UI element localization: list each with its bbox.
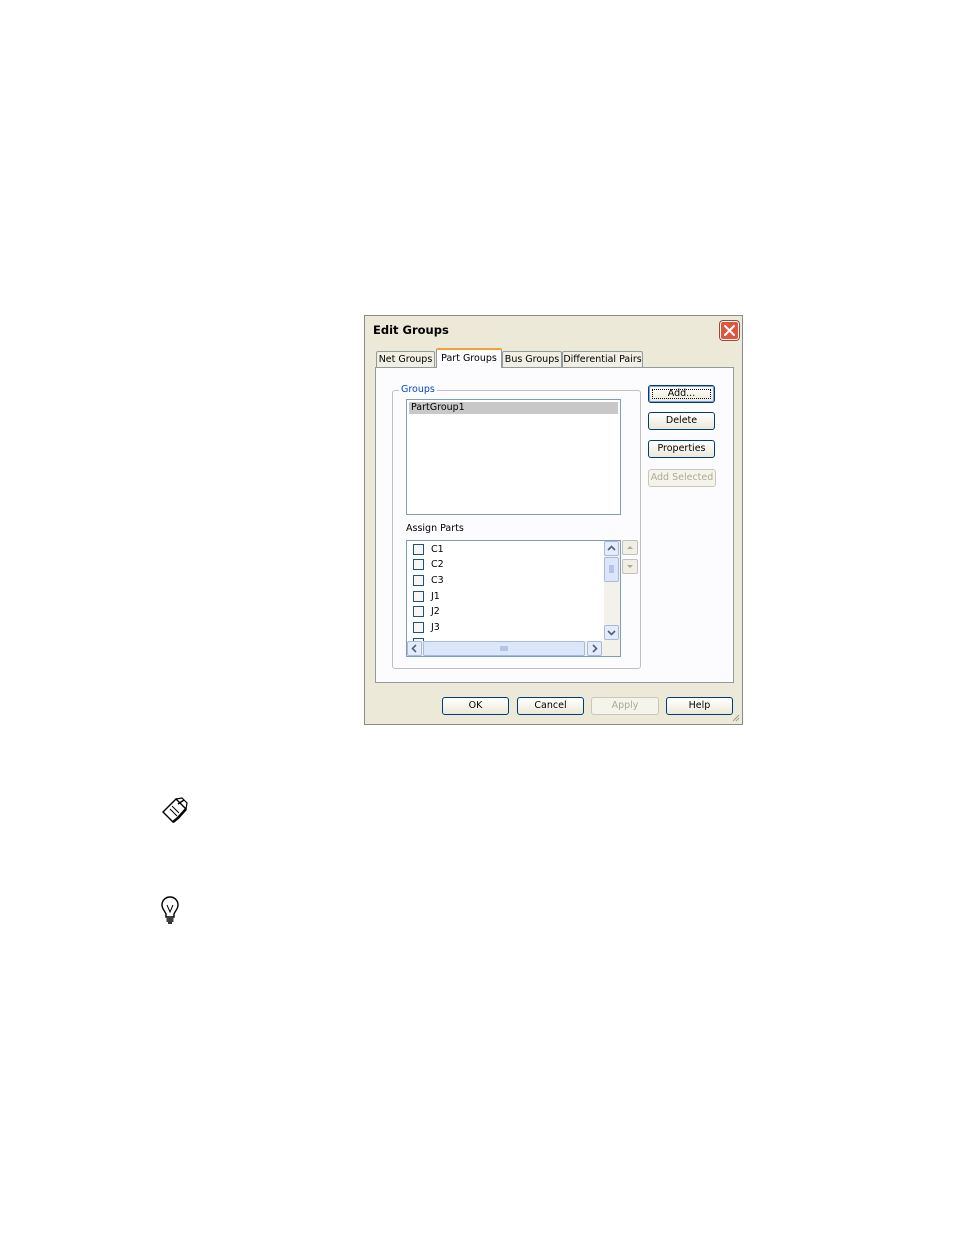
close-button[interactable] bbox=[719, 320, 740, 341]
triangle-down-icon bbox=[627, 565, 633, 568]
scroll-thumb[interactable] bbox=[423, 641, 585, 656]
lightbulb-icon bbox=[161, 896, 179, 924]
list-item[interactable]: J1 bbox=[413, 590, 593, 604]
title-bar[interactable]: Edit Groups bbox=[365, 316, 742, 344]
tab-label: Net Groups bbox=[378, 354, 433, 365]
tab-differential-pairs[interactable]: Differential Pairs bbox=[562, 351, 643, 367]
chevron-left-icon bbox=[411, 644, 417, 653]
checkbox[interactable] bbox=[413, 544, 424, 555]
chevron-up-icon bbox=[607, 545, 616, 551]
scroll-right-button[interactable] bbox=[587, 641, 602, 656]
checkbox[interactable] bbox=[413, 591, 424, 602]
list-item[interactable]: C2 bbox=[413, 558, 593, 572]
tab-net-groups[interactable]: Net Groups bbox=[376, 351, 435, 367]
horizontal-scrollbar[interactable] bbox=[407, 641, 620, 656]
scroll-down-button[interactable] bbox=[604, 625, 619, 640]
tab-label: Part Groups bbox=[441, 353, 497, 364]
checkbox[interactable] bbox=[413, 606, 424, 617]
cancel-button[interactable]: Cancel bbox=[517, 697, 584, 715]
groups-listbox[interactable]: PartGroup1 bbox=[406, 399, 621, 515]
groups-groupbox: Groups PartGroup1 Assign Parts C1 C2 C3 bbox=[392, 384, 641, 669]
tab-part-groups[interactable]: Part Groups bbox=[436, 348, 502, 368]
move-down-button[interactable] bbox=[622, 559, 638, 574]
dialog-title: Edit Groups bbox=[373, 323, 449, 337]
properties-button[interactable]: Properties bbox=[648, 440, 715, 458]
tab-bus-groups[interactable]: Bus Groups bbox=[502, 351, 562, 367]
checkbox[interactable] bbox=[413, 559, 424, 570]
part-label: C3 bbox=[431, 575, 444, 586]
edit-groups-dialog: Edit Groups Net Groups Part Groups Bus G… bbox=[364, 315, 743, 725]
part-label: J3 bbox=[431, 622, 440, 633]
close-icon bbox=[724, 325, 735, 336]
checkbox[interactable] bbox=[413, 622, 424, 633]
vertical-scrollbar[interactable] bbox=[604, 541, 620, 641]
groups-label: Groups bbox=[399, 384, 437, 395]
list-item[interactable]: J3 bbox=[413, 621, 593, 635]
add-button[interactable]: Add... bbox=[648, 385, 715, 403]
tab-label: Bus Groups bbox=[504, 354, 560, 365]
chevron-down-icon bbox=[607, 630, 616, 636]
part-label: C1 bbox=[431, 544, 444, 555]
scroll-thumb[interactable] bbox=[604, 557, 619, 582]
assign-parts-label: Assign Parts bbox=[406, 523, 464, 534]
scroll-left-button[interactable] bbox=[407, 641, 422, 656]
list-item[interactable]: J2 bbox=[413, 605, 593, 619]
part-label: C2 bbox=[431, 559, 444, 570]
note-icon bbox=[162, 797, 188, 823]
resize-grip-icon[interactable] bbox=[730, 712, 740, 722]
list-item[interactable]: C3 bbox=[413, 574, 593, 588]
help-button[interactable]: Help bbox=[666, 697, 733, 715]
list-item[interactable]: PartGroup1 bbox=[409, 402, 618, 414]
delete-button[interactable]: Delete bbox=[648, 412, 715, 430]
triangle-up-icon bbox=[627, 546, 633, 549]
list-item[interactable]: C1 bbox=[413, 543, 593, 557]
part-label: J1 bbox=[431, 591, 440, 602]
grip-lines-icon bbox=[500, 646, 508, 651]
move-up-button[interactable] bbox=[622, 540, 638, 555]
grip-lines-icon bbox=[609, 565, 614, 573]
checkbox[interactable] bbox=[413, 575, 424, 586]
part-label: J2 bbox=[431, 606, 440, 617]
ok-button[interactable]: OK bbox=[442, 697, 509, 715]
tab-label: Differential Pairs bbox=[563, 354, 642, 365]
assign-parts-list[interactable]: C1 C2 C3 J1 J2 J3 bbox=[406, 540, 621, 657]
apply-button[interactable]: Apply bbox=[591, 697, 659, 715]
add-selected-button[interactable]: Add Selected bbox=[648, 469, 716, 487]
scroll-up-button[interactable] bbox=[604, 541, 619, 556]
chevron-right-icon bbox=[592, 644, 598, 653]
